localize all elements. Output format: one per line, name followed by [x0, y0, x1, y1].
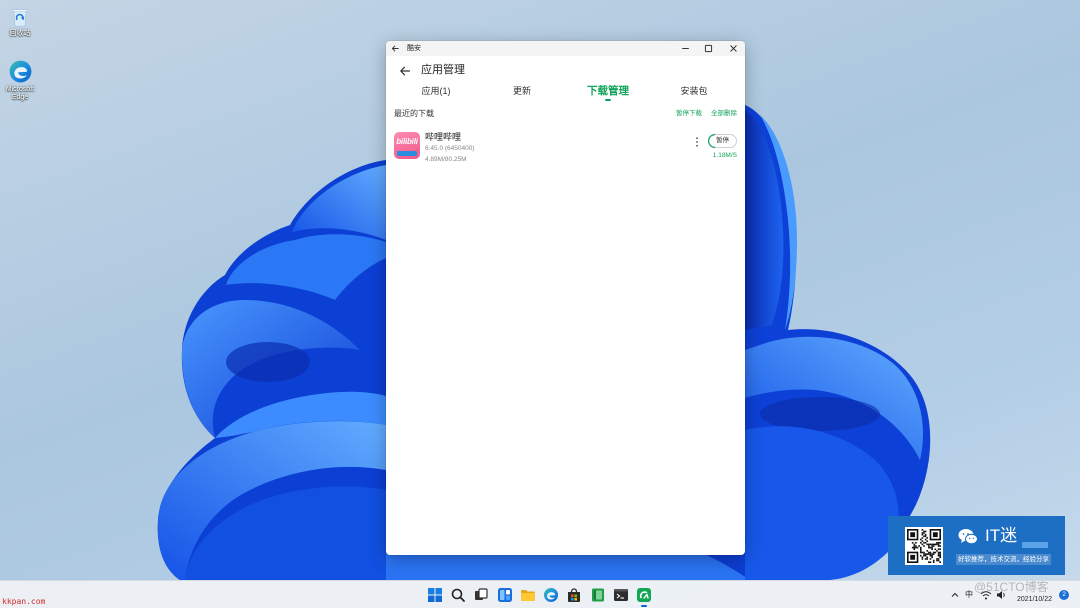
promo-subtitle: 好软推荐，技术交流，经验分享 — [956, 554, 1051, 565]
promo-title: IT迷 — [985, 526, 1018, 545]
clock-date[interactable]: 2021/10/22 — [1017, 595, 1052, 604]
taskbar: 中 2021/10/22 2 — [0, 580, 1080, 608]
tab-indicator — [605, 99, 611, 101]
tab-label: 安装包 — [680, 86, 708, 96]
desktop-icon-edge[interactable]: Microsoft Edge — [0, 59, 40, 102]
wechat-icon — [958, 529, 978, 545]
tab-label: 更新 — [512, 86, 531, 96]
active-app-indicator — [641, 605, 647, 607]
search-icon[interactable] — [450, 587, 466, 603]
edge-icon — [9, 60, 31, 83]
qr-code-pattern — [907, 529, 941, 563]
close-icon[interactable] — [728, 43, 739, 54]
tab-bar: 应用(1) 更新 下载管理 安装包 — [393, 83, 737, 101]
desktop: 回收站 Microsoft Edge 酷安 应用管理 应用(1) 更新 下载管理… — [0, 0, 1080, 608]
tab-apps[interactable]: 应用(1) — [393, 83, 479, 101]
section-title: 最近的下载 — [394, 109, 434, 118]
store-icon[interactable] — [566, 587, 582, 603]
qr-code — [905, 527, 943, 565]
download-speed: 1.18M/S — [712, 152, 737, 159]
desktop-icon-label: 回收站 — [9, 30, 31, 37]
back-arrow-icon[interactable] — [391, 44, 400, 53]
pause-button-label: 暂停 — [716, 137, 729, 144]
desktop-icon-recycle-bin[interactable]: 回收站 — [0, 6, 40, 38]
chevron-up-icon[interactable] — [950, 590, 960, 600]
page-title: 应用管理 — [421, 64, 465, 76]
maximize-icon[interactable] — [703, 43, 714, 54]
notification-badge[interactable]: 2 — [1059, 590, 1069, 600]
pause-download-button[interactable]: 暂停 — [708, 134, 737, 148]
green-app-icon[interactable] — [590, 587, 606, 603]
terminal-icon[interactable] — [613, 587, 629, 603]
coolapk-window: 酷安 应用管理 应用(1) 更新 下载管理 安装包 最近的下载 暂停下载 全部删… — [386, 41, 745, 555]
more-vertical-icon[interactable] — [694, 136, 700, 148]
pause-all-button[interactable]: 暂停下载 — [676, 109, 702, 119]
tab-packages[interactable]: 安装包 — [651, 83, 737, 101]
delete-all-button[interactable]: 全部删除 — [711, 109, 737, 119]
recycle-bin-icon — [12, 9, 28, 27]
coolapk-icon[interactable] — [636, 587, 652, 603]
title-bar[interactable]: 酷安 — [386, 41, 745, 56]
tab-label: 下载管理 — [587, 85, 629, 97]
logo-strip — [397, 151, 417, 156]
promo-badge — [1022, 542, 1048, 548]
watermark-site: kkpan.com — [2, 597, 46, 606]
app-name: 哔哩哔哩 — [425, 132, 462, 142]
file-explorer-icon[interactable] — [520, 587, 536, 603]
widgets-icon[interactable] — [497, 587, 513, 603]
task-view-icon[interactable] — [473, 587, 489, 603]
tab-updates[interactable]: 更新 — [479, 83, 565, 101]
watermark-blog: @51CTO博客 — [974, 580, 1049, 594]
bilibili-app-icon: bilibili — [394, 132, 420, 159]
minimize-icon[interactable] — [680, 43, 691, 54]
back-arrow-icon[interactable] — [399, 65, 411, 77]
window-title: 酷安 — [407, 45, 421, 52]
tab-label: 应用(1) — [421, 86, 451, 96]
ime-indicator[interactable]: 中 — [965, 589, 973, 600]
start-icon[interactable] — [427, 587, 443, 603]
tab-downloads[interactable]: 下载管理 — [565, 83, 651, 101]
download-size-progress: 4.89M/80.25M — [425, 156, 467, 163]
logo-text: bilibili — [396, 137, 418, 146]
edge-icon[interactable] — [543, 587, 559, 603]
app-version: 6.45.0 (6450400) — [425, 145, 475, 152]
promo-panel: IT迷 好软推荐，技术交流，经验分享 — [888, 516, 1065, 575]
section-actions: 暂停下载 全部删除 — [676, 109, 737, 119]
desktop-icon-label: Microsoft Edge — [5, 86, 35, 101]
